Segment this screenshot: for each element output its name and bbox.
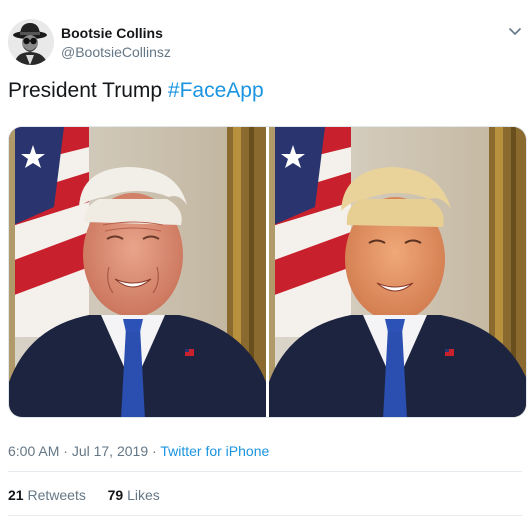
author-name[interactable]: Bootsie Collins (61, 25, 163, 41)
tweet-time[interactable]: 6:00 AM (8, 443, 59, 459)
meta-separator: · (148, 443, 161, 459)
likes-stat[interactable]: 79 Likes (108, 487, 160, 503)
tweet-date[interactable]: Jul 17, 2019 (72, 443, 148, 459)
tweet-text-body: President Trump (8, 79, 163, 102)
avatar-illustration (8, 19, 54, 65)
likes-count: 79 (107, 487, 124, 503)
divider (8, 515, 522, 516)
tweet-media (8, 126, 527, 418)
author-handle[interactable]: @BootsieCollinsz (61, 44, 171, 60)
retweets-label: Retweets (27, 487, 86, 503)
retweets-stat[interactable]: 21 Retweets (8, 487, 86, 503)
photo-1[interactable] (9, 127, 266, 417)
meta-separator: · (59, 443, 72, 459)
tweet: Bootsie Collins @BootsieCollinsz Preside… (0, 0, 530, 524)
tweet-header: Bootsie Collins @BootsieCollinsz (8, 17, 522, 67)
divider (8, 471, 522, 472)
hashtag-link[interactable]: #FaceApp (168, 79, 264, 102)
likes-label: Likes (127, 487, 160, 503)
retweets-count: 21 (8, 487, 24, 503)
tweet-text: President Trump #FaceApp (8, 79, 264, 103)
tweet-source-link[interactable]: Twitter for iPhone (160, 443, 269, 459)
avatar[interactable] (8, 19, 54, 65)
tweet-stats: 21 Retweets 79 Likes (8, 487, 160, 503)
tweet-meta: 6:00 AM · Jul 17, 2019 · Twitter for iPh… (8, 443, 269, 459)
photo-2[interactable] (269, 127, 526, 417)
chevron-down-icon[interactable] (508, 23, 522, 36)
